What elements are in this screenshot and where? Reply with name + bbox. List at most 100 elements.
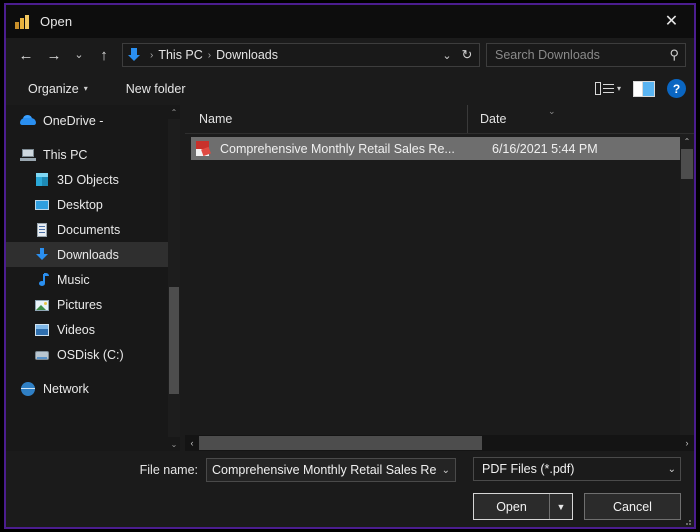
recent-locations-button[interactable]: ⌄ bbox=[68, 42, 90, 68]
music-icon bbox=[34, 272, 50, 288]
back-button[interactable]: ← bbox=[12, 42, 40, 68]
breadcrumb-this-pc[interactable]: This PC bbox=[158, 48, 202, 62]
sidebar-item-label: Desktop bbox=[57, 198, 103, 212]
sidebar-item-onedrive[interactable]: OneDrive - bbox=[6, 108, 180, 133]
file-type-dropdown[interactable]: PDF Files (*.pdf) ⌄ bbox=[473, 457, 681, 481]
horizontal-scrollbar-track[interactable] bbox=[199, 436, 680, 450]
3d-objects-icon bbox=[34, 172, 50, 188]
sidebar-scroll-up-button[interactable]: ⌃ bbox=[168, 105, 180, 119]
dialog-body: OneDrive - This PC 3D Objects Desktop bbox=[6, 105, 694, 451]
column-header-date-label: Date bbox=[480, 112, 506, 126]
scroll-right-icon[interactable]: › bbox=[680, 435, 694, 451]
horizontal-scrollbar-thumb[interactable] bbox=[199, 436, 482, 450]
breadcrumb-separator: › bbox=[203, 50, 216, 61]
chevron-down-icon[interactable]: ⌄ bbox=[437, 44, 457, 66]
breadcrumb-downloads[interactable]: Downloads bbox=[216, 48, 278, 62]
help-icon[interactable]: ? bbox=[667, 79, 686, 98]
new-folder-button[interactable]: New folder bbox=[118, 78, 194, 100]
sidebar-item-label: Pictures bbox=[57, 298, 102, 312]
search-input[interactable] bbox=[495, 48, 665, 62]
filename-field[interactable]: ⌄ bbox=[206, 458, 456, 482]
sidebar-item-network[interactable]: Network bbox=[6, 376, 180, 401]
sidebar-item-label: 3D Objects bbox=[57, 173, 119, 187]
disk-icon bbox=[34, 347, 50, 363]
sidebar-list: OneDrive - This PC 3D Objects Desktop bbox=[6, 105, 180, 401]
pictures-icon bbox=[34, 297, 50, 313]
this-pc-icon bbox=[20, 147, 36, 163]
sidebar-scrollbar[interactable] bbox=[168, 119, 180, 437]
address-bar[interactable]: › This PC › Downloads ⌄ ↻ bbox=[122, 43, 480, 67]
chevron-down-icon[interactable]: ▾ bbox=[617, 84, 621, 93]
videos-icon bbox=[34, 322, 50, 338]
sidebar-item-this-pc[interactable]: This PC bbox=[6, 142, 180, 167]
sidebar-item-pictures[interactable]: Pictures bbox=[6, 292, 180, 317]
sidebar-item-downloads[interactable]: Downloads bbox=[6, 242, 180, 267]
chevron-down-icon[interactable]: ⌄ bbox=[439, 465, 453, 476]
sidebar-item-documents[interactable]: Documents bbox=[6, 217, 180, 242]
refresh-icon[interactable]: ↻ bbox=[457, 44, 477, 66]
dialog-footer: File name: ⌄ PDF Files (*.pdf) ⌄ Open ▼ … bbox=[6, 451, 694, 527]
navigation-bar: ← → ⌄ ↑ › This PC › Downloads ⌄ ↻ ⚲ bbox=[6, 38, 694, 72]
filename-label: File name: bbox=[6, 463, 206, 477]
documents-icon bbox=[34, 222, 50, 238]
chevron-down-icon: ⌄ bbox=[668, 464, 676, 475]
resize-grip[interactable] bbox=[681, 515, 691, 525]
sidebar-item-label: OneDrive - bbox=[43, 114, 103, 128]
open-split-button[interactable]: Open ▼ bbox=[473, 493, 573, 520]
preview-pane-icon[interactable] bbox=[633, 81, 655, 97]
sidebar-spacer bbox=[6, 133, 180, 142]
column-header-date[interactable]: Date ⌄ bbox=[468, 105, 694, 133]
sidebar-item-music[interactable]: Music bbox=[6, 267, 180, 292]
sidebar-scrollbar-thumb[interactable] bbox=[169, 287, 179, 394]
scroll-up-icon[interactable]: ⌃ bbox=[680, 134, 694, 148]
downloads-icon bbox=[127, 47, 143, 63]
open-dropdown-arrow-icon[interactable]: ▼ bbox=[549, 494, 572, 519]
sidebar-item-label: Network bbox=[43, 382, 89, 396]
onedrive-icon bbox=[20, 113, 36, 129]
file-list-vertical-scrollbar[interactable]: ⌃ bbox=[680, 134, 694, 435]
scroll-left-icon[interactable]: ‹ bbox=[185, 435, 199, 451]
sidebar-item-3d-objects[interactable]: 3D Objects bbox=[6, 167, 180, 192]
up-button[interactable]: ↑ bbox=[90, 42, 118, 68]
close-icon[interactable]: ✕ bbox=[649, 5, 694, 38]
title-bar: Open ✕ bbox=[6, 5, 694, 38]
open-file-dialog: Open ✕ ← → ⌄ ↑ › This PC › Downloads ⌄ ↻… bbox=[4, 3, 696, 529]
sidebar-item-videos[interactable]: Videos bbox=[6, 317, 180, 342]
sidebar-item-label: Music bbox=[57, 273, 90, 287]
breadcrumb-separator: › bbox=[145, 50, 158, 61]
cancel-button[interactable]: Cancel bbox=[584, 493, 681, 520]
open-button[interactable]: Open bbox=[474, 494, 549, 519]
folder-chart-icon bbox=[14, 13, 31, 30]
sidebar-item-desktop[interactable]: Desktop bbox=[6, 192, 180, 217]
network-icon bbox=[20, 381, 36, 397]
new-folder-label: New folder bbox=[126, 82, 186, 96]
file-name: Comprehensive Monthly Retail Sales Re... bbox=[220, 142, 492, 156]
filename-input[interactable] bbox=[212, 463, 439, 477]
navigation-sidebar: OneDrive - This PC 3D Objects Desktop bbox=[6, 105, 180, 451]
file-list-horizontal-scrollbar[interactable]: ‹ › bbox=[185, 435, 694, 451]
search-icon: ⚲ bbox=[669, 47, 679, 63]
organize-label: Organize bbox=[28, 82, 79, 96]
sidebar-item-label: OSDisk (C:) bbox=[57, 348, 124, 362]
sidebar-item-label: Downloads bbox=[57, 248, 119, 262]
file-pane: Name Date ⌄ Comprehensive Monthly Retail… bbox=[185, 105, 694, 451]
desktop-icon bbox=[34, 197, 50, 213]
view-options-icon[interactable] bbox=[595, 81, 615, 97]
chevron-down-icon: ▾ bbox=[84, 84, 88, 93]
sidebar-item-label: Videos bbox=[57, 323, 95, 337]
organize-button[interactable]: Organize ▾ bbox=[20, 78, 96, 100]
sort-indicator-icon: ⌄ bbox=[548, 106, 556, 117]
sidebar-scroll-down-button[interactable]: ⌄ bbox=[168, 437, 180, 451]
forward-button[interactable]: → bbox=[40, 42, 68, 68]
window-title: Open bbox=[40, 14, 72, 29]
column-header-name[interactable]: Name bbox=[185, 105, 468, 133]
downloads-icon bbox=[34, 247, 50, 263]
sidebar-item-osdisk[interactable]: OSDisk (C:) bbox=[6, 342, 180, 367]
sidebar-item-label: Documents bbox=[57, 223, 120, 237]
search-box[interactable]: ⚲ bbox=[486, 43, 686, 67]
sidebar-spacer bbox=[6, 367, 180, 376]
sidebar-item-label: This PC bbox=[43, 148, 87, 162]
table-row[interactable]: Comprehensive Monthly Retail Sales Re...… bbox=[191, 137, 688, 160]
file-list[interactable]: Comprehensive Monthly Retail Sales Re...… bbox=[185, 134, 694, 435]
vertical-scrollbar-thumb[interactable] bbox=[681, 149, 693, 179]
